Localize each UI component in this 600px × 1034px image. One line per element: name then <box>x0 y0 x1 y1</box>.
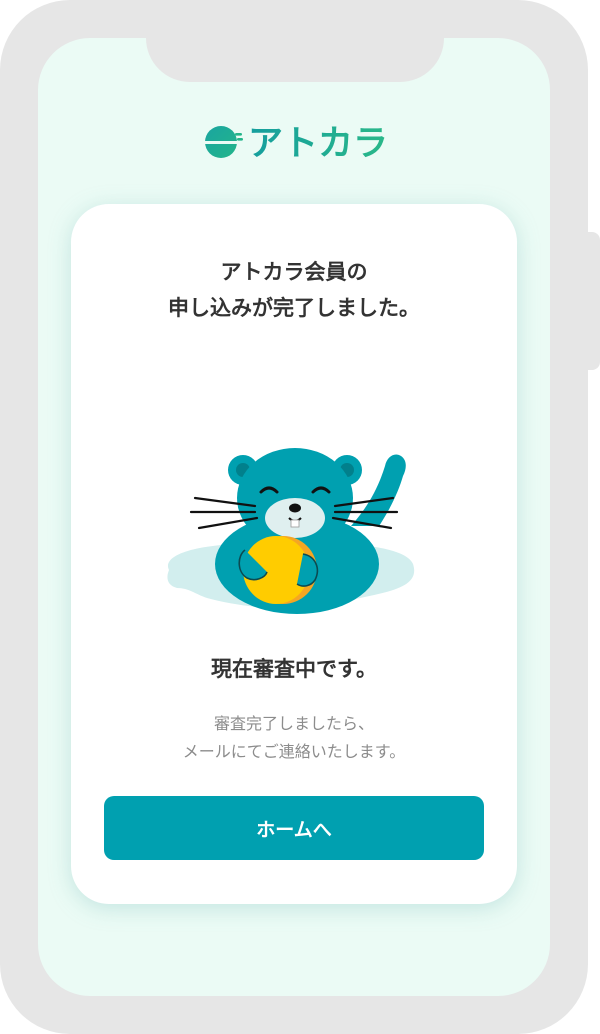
phone-notch <box>146 38 444 82</box>
phone-screen: アトカラ アトカラ会員の 申し込みが完了しました。 現在審査中です。 審査完了し… <box>38 38 550 996</box>
review-status-text: 現在審査中です。 <box>211 657 377 681</box>
completion-card: アトカラ会員の 申し込みが完了しました。 現在審査中です。 審査完了しましたら、… <box>71 204 517 904</box>
notification-message-line-1: 審査完了しましたら、 <box>213 714 374 733</box>
otter-mascot-illustration <box>167 448 415 614</box>
notification-message: 審査完了しましたら、 メールにてご連絡いたします。 <box>71 710 517 766</box>
card-title: アトカラ会員の 申し込みが完了しました。 <box>71 254 517 326</box>
card-title-line-1: アトカラ会員の <box>220 260 368 284</box>
app-logo: アトカラ <box>204 122 386 162</box>
home-button[interactable]: ホームへ <box>104 796 484 860</box>
otter-nose <box>289 503 301 513</box>
notification-message-line-2: メールにてご連絡いたします。 <box>182 742 406 761</box>
card-title-line-2: 申し込みが完了しました。 <box>168 296 420 320</box>
svg-text:アトカラ: アトカラ <box>248 124 386 162</box>
phone-side-button <box>586 232 600 370</box>
app-logo-text: アトカラ <box>248 124 386 162</box>
half-circle-logo-icon <box>204 126 243 158</box>
